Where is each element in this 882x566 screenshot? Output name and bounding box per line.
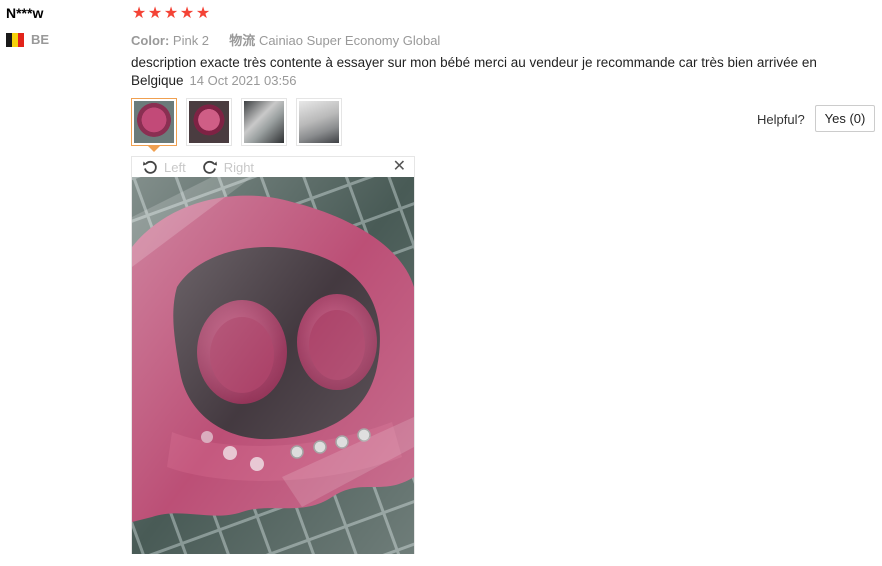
star-icon: ★ — [147, 5, 163, 22]
helpful-yes-button[interactable]: Yes (0) — [815, 105, 875, 132]
packaging-photo — [244, 101, 284, 143]
star-icon: ★ — [163, 5, 179, 22]
thumbnail-2[interactable] — [186, 98, 232, 146]
logistics-label: 物流 — [229, 33, 256, 48]
rotate-right-icon — [202, 160, 217, 174]
color-label: Color: — [131, 33, 170, 48]
thumbnail-4[interactable] — [296, 98, 342, 146]
product-attributes: Color: Pink 2 物流 Cainiao Super Economy G… — [131, 30, 440, 49]
star-icon: ★ — [131, 5, 147, 22]
active-thumbnail-caret — [148, 146, 160, 152]
helpful-label: Helpful? — [757, 112, 805, 127]
rotate-left-label: Left — [164, 159, 186, 175]
thumbnail-3[interactable] — [241, 98, 287, 146]
image-viewer: Left Right ✕ — [131, 156, 415, 554]
reviewer-name: N***w — [6, 5, 44, 21]
star-icon: ★ — [179, 5, 195, 22]
pink-baby-shower-cap-photo — [132, 177, 414, 554]
rotate-right-label: Right — [223, 159, 255, 175]
viewer-toolbar: Left Right ✕ — [132, 157, 414, 177]
rotate-right-button[interactable]: Right — [202, 159, 254, 175]
country-code: BE — [31, 32, 50, 47]
review-body: description exacte très contente à essay… — [131, 54, 841, 90]
review-thumbnails — [131, 98, 351, 152]
pink-cap-top-photo — [189, 101, 229, 143]
star-icon: ★ — [195, 5, 211, 22]
belgium-flag-icon — [6, 32, 24, 47]
review-date: 14 Oct 2021 03:56 — [189, 73, 297, 88]
color-value: Pink 2 — [172, 33, 210, 48]
rotate-left-icon — [143, 160, 157, 174]
reviewer-country: BE — [6, 32, 49, 47]
logistics-value: Cainiao Super Economy Global — [258, 33, 441, 48]
package-label-photo — [299, 101, 339, 143]
rotate-left-button[interactable]: Left — [142, 159, 186, 175]
pink-shower-cap-photo — [134, 101, 174, 143]
thumbnail-1[interactable] — [131, 98, 177, 152]
close-icon[interactable]: ✕ — [393, 157, 406, 177]
star-rating: ★ ★ ★ ★ ★ — [131, 5, 211, 23]
